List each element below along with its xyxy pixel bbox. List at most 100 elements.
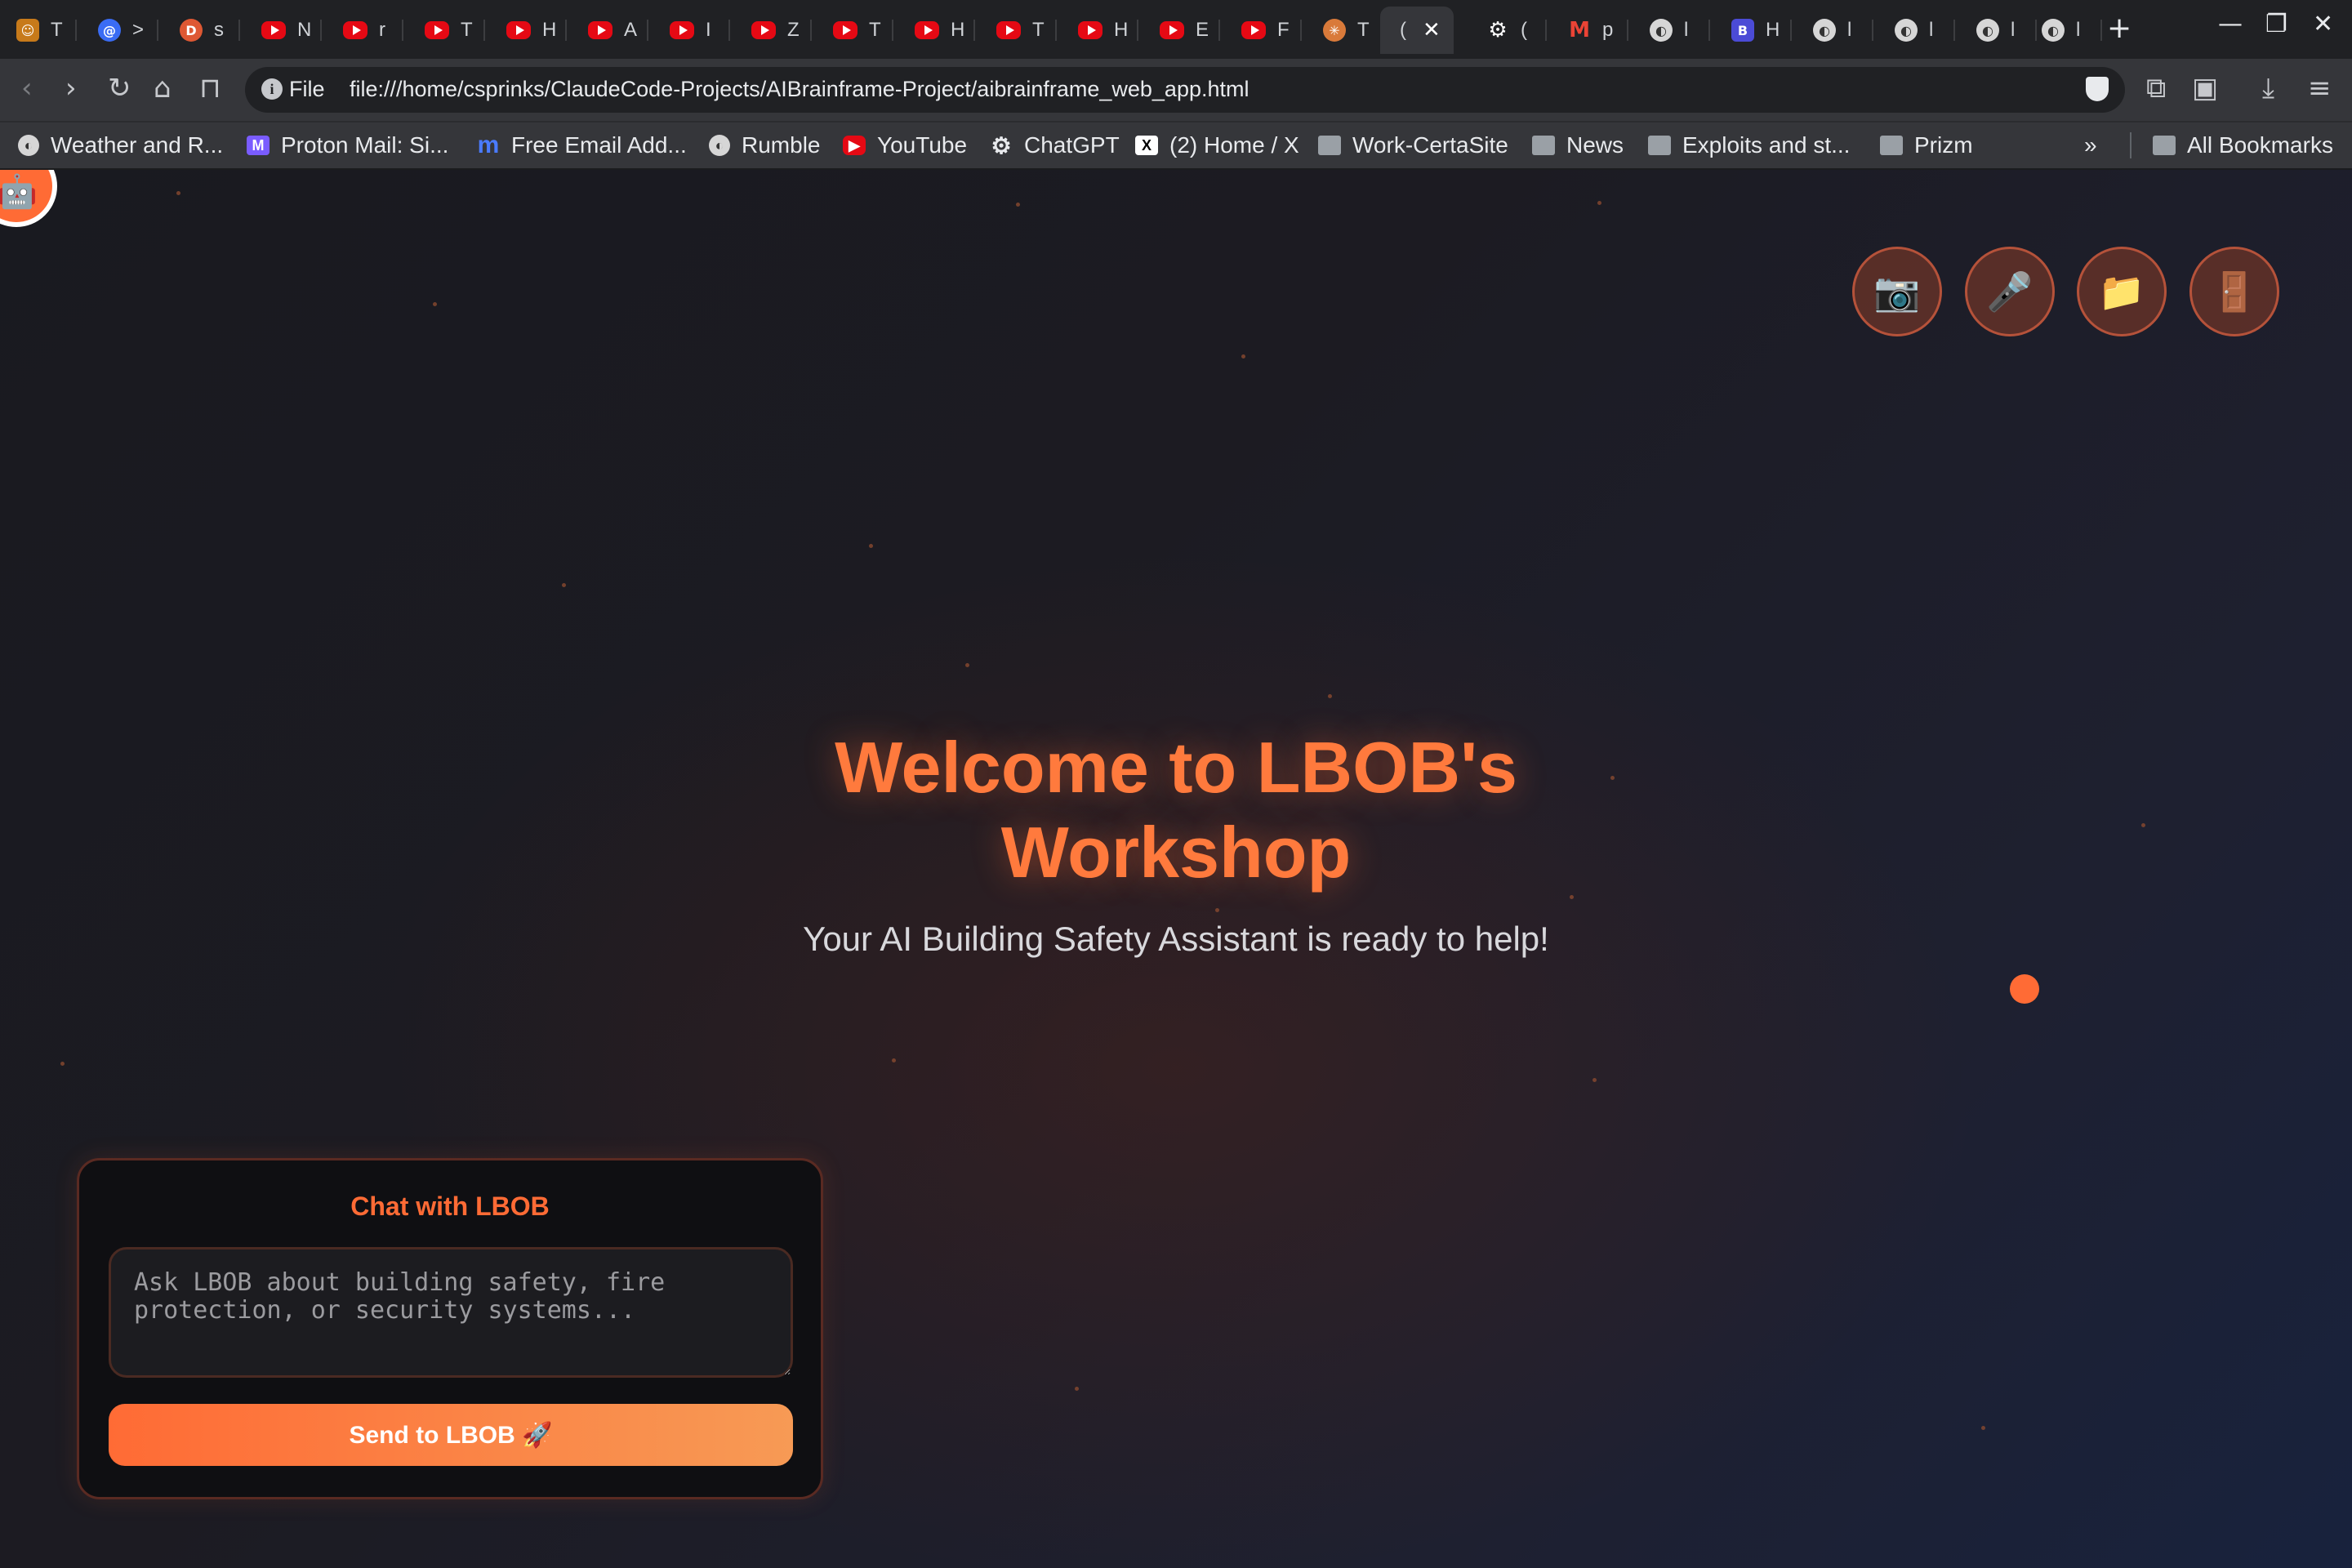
address-bar[interactable]: i File file:///home/csprinks/ClaudeCode-…	[245, 67, 2125, 113]
bookmark-weather[interactable]: ◐ Weather and R...	[18, 129, 223, 162]
folder-button[interactable]: 📁	[2077, 247, 2167, 336]
tab-14[interactable]: H	[1062, 7, 1138, 54]
info-icon[interactable]: i	[261, 78, 283, 100]
download-icon[interactable]: ⤓	[2262, 72, 2274, 105]
close-window-icon[interactable]: ✕	[2313, 10, 2333, 38]
send-button[interactable]: Send to LBOB 🚀	[109, 1404, 793, 1466]
brave-shield-icon[interactable]	[2086, 77, 2109, 101]
tab-title: l	[1684, 19, 1689, 41]
tab-23[interactable]: ◐ l	[1797, 7, 1873, 54]
background-star	[433, 302, 437, 306]
tab-title: (	[1521, 19, 1527, 41]
bookmark-folder-exploits[interactable]: Exploits and st...	[1648, 129, 1850, 162]
bookmark-label: Weather and R...	[51, 132, 224, 158]
at-sign-icon: @	[98, 19, 121, 42]
chat-title: Chat with LBOB	[350, 1192, 550, 1221]
reload-icon[interactable]: ↻	[108, 72, 131, 105]
tab-4[interactable]: N	[245, 7, 322, 54]
back-icon[interactable]: ‹	[21, 72, 33, 105]
tab-title: H	[542, 19, 557, 41]
background-star	[1981, 1426, 1985, 1430]
menu-icon[interactable]: ≡	[2308, 72, 2332, 105]
bookmark-folder-news[interactable]: News	[1532, 129, 1624, 162]
bookmark-folder-work[interactable]: Work-CertaSite	[1318, 129, 1508, 162]
globe-icon: ◐	[1813, 19, 1836, 42]
folder-icon	[2153, 136, 2176, 155]
tab-13[interactable]: T	[980, 7, 1057, 54]
tab-26[interactable]: ◐ l	[2025, 7, 2102, 54]
tab-title: T	[1032, 19, 1045, 41]
tab-separator	[1627, 20, 1628, 41]
bookmark-label: Rumble	[742, 132, 821, 158]
bookmark-proton[interactable]: M Proton Mail: Si...	[247, 129, 448, 162]
reader-icon[interactable]: ▣	[2192, 72, 2218, 105]
new-tab-button[interactable]: +	[2107, 11, 2132, 45]
bookmark-x[interactable]: X (2) Home / X	[1135, 129, 1299, 162]
tab-separator	[483, 20, 485, 41]
tab-title: H	[1766, 19, 1780, 41]
tab-11[interactable]: T	[817, 7, 893, 54]
camera-button[interactable]: 📷	[1852, 247, 1942, 336]
exit-button[interactable]: 🚪	[2189, 247, 2279, 336]
tab-10[interactable]: Z	[735, 7, 812, 54]
extensions-icon[interactable]: ⧉	[2146, 72, 2166, 105]
background-star	[1328, 694, 1332, 698]
bookmark-folder-prizm[interactable]: Prizm	[1880, 129, 1973, 162]
youtube-icon: ▶	[843, 136, 866, 155]
tab-20[interactable]: Mp	[1552, 7, 1628, 54]
forward-icon[interactable]: ›	[65, 72, 77, 105]
tab-title: T	[1357, 19, 1370, 41]
tab-2[interactable]: @ >	[82, 7, 158, 54]
background-star	[1592, 1078, 1597, 1082]
tab-separator	[892, 20, 893, 41]
minimize-icon[interactable]: —	[2218, 10, 2243, 38]
tab-separator	[402, 20, 403, 41]
bookmarks-divider	[2130, 132, 2132, 158]
youtube-icon	[588, 21, 612, 39]
home-icon[interactable]: ⌂	[154, 72, 172, 105]
youtube-icon	[506, 21, 531, 39]
bookmark-youtube[interactable]: ▶ YouTube	[843, 129, 967, 162]
chatgpt-icon: ⚙	[991, 132, 1012, 158]
bookmark-free-email[interactable]: m Free Email Add...	[477, 129, 687, 162]
tab-separator	[647, 20, 648, 41]
tab-8[interactable]: A	[572, 7, 648, 54]
tab-1[interactable]: ☺ T	[0, 7, 77, 54]
background-star	[1215, 908, 1219, 912]
close-tab-icon[interactable]: ✕	[1423, 18, 1441, 42]
bookmarks-overflow-button[interactable]: »	[2084, 129, 2097, 162]
all-bookmarks-button[interactable]: All Bookmarks	[2153, 129, 2333, 162]
tab-6[interactable]: T	[408, 7, 485, 54]
tab-9[interactable]: I	[653, 7, 730, 54]
tab-18-active[interactable]: (✕	[1380, 7, 1454, 54]
tab-21[interactable]: ◐ l	[1633, 7, 1710, 54]
chat-input[interactable]	[109, 1247, 793, 1378]
tab-title: (	[1400, 19, 1406, 41]
tab-15[interactable]: E	[1143, 7, 1220, 54]
tab-5[interactable]: r	[327, 7, 403, 54]
tab-24[interactable]: ◐ l	[1878, 7, 1955, 54]
tab-17[interactable]: ✳ T	[1307, 7, 1383, 54]
tab-title: H	[951, 19, 965, 41]
page-subtitle: Your AI Building Safety Assistant is rea…	[803, 920, 1549, 958]
background-star	[892, 1058, 896, 1062]
tab-19[interactable]: ⚙(	[1470, 7, 1547, 54]
tab-3[interactable]: Ds	[163, 7, 240, 54]
background-star	[1075, 1387, 1079, 1391]
tab-16[interactable]: F	[1225, 7, 1302, 54]
robot-avatar[interactable]: 🤖	[0, 170, 57, 227]
url-scheme: File	[289, 77, 325, 101]
youtube-icon	[1241, 21, 1266, 39]
x-icon: X	[1135, 136, 1158, 155]
tab-12[interactable]: H	[898, 7, 975, 54]
background-star	[176, 191, 180, 195]
url-text[interactable]: file:///home/csprinks/ClaudeCode-Project…	[350, 77, 1250, 102]
bookmark-label: Work-CertaSite	[1352, 132, 1508, 158]
bookmark-rumble[interactable]: ◐ Rumble	[709, 129, 820, 162]
restore-icon[interactable]: ❐	[2265, 10, 2287, 38]
bookmark-chatgpt[interactable]: ⚙ ChatGPT	[990, 129, 1119, 162]
tab-7[interactable]: H	[490, 7, 567, 54]
tab-22[interactable]: BH	[1715, 7, 1792, 54]
microphone-button[interactable]: 🎤	[1965, 247, 2055, 336]
bookmark-icon[interactable]: ⊓	[199, 72, 221, 105]
